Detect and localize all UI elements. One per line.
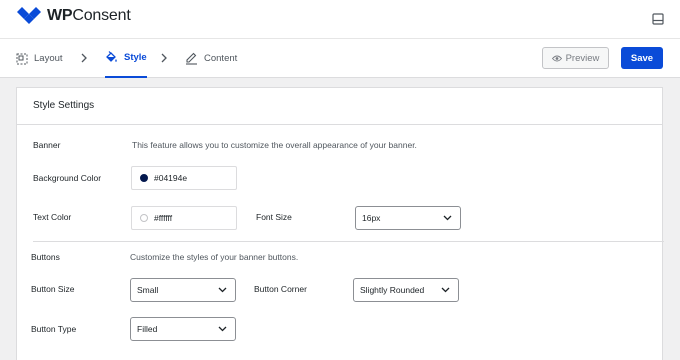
card-header: Style Settings [17, 88, 662, 125]
text-color-label: Text Color [33, 212, 72, 222]
pencil-icon [186, 52, 197, 65]
step-content-label: Content [204, 53, 238, 64]
button-type-value: Filled [137, 324, 158, 334]
chevron-down-icon [218, 326, 227, 332]
step-content[interactable]: Content [185, 39, 237, 78]
chevron-right-icon [81, 53, 87, 63]
font-size-value: 16px [362, 213, 381, 223]
style-settings-card: Style Settings Banner This feature allow… [16, 87, 664, 360]
step-layout-label: Layout [34, 53, 63, 64]
layout-icon [16, 53, 28, 64]
text-color-picker[interactable]: #ffffff [131, 206, 237, 230]
preview-button[interactable]: Preview [542, 47, 609, 69]
button-corner-label: Button Corner [254, 284, 307, 294]
button-type-label: Button Type [31, 324, 77, 334]
wpconsent-logo-icon [17, 7, 41, 24]
save-button[interactable]: Save [621, 47, 663, 69]
font-size-select[interactable]: 16px [355, 206, 461, 230]
brand-name: WPConsent [47, 7, 131, 25]
banner-section-description: This feature allows you to customize the… [132, 140, 417, 150]
minimize-panel-icon[interactable] [652, 13, 664, 25]
step-layout[interactable]: Layout [16, 39, 63, 78]
buttons-section-label: Buttons [31, 252, 60, 262]
wpconsent-logo: WPConsent [16, 7, 131, 25]
paint-bucket-icon [106, 51, 117, 62]
text-color-swatch [140, 214, 148, 222]
button-type-select[interactable]: Filled [130, 317, 236, 341]
chevron-down-icon [441, 287, 450, 293]
chevron-down-icon [218, 287, 227, 293]
banner-section-label: Banner [33, 140, 61, 150]
background-color-label: Background Color [33, 173, 102, 183]
preview-button-label: Preview [565, 52, 600, 64]
background-color-picker[interactable]: #04194e [131, 166, 237, 190]
button-corner-select[interactable]: Slightly Rounded [353, 278, 459, 302]
brand-name-rest: Consent [72, 7, 131, 24]
step-style-label: Style [124, 52, 147, 63]
chevron-down-icon [443, 215, 452, 221]
text-color-value: #ffffff [154, 213, 173, 223]
background-color-swatch [140, 174, 148, 182]
save-button-label: Save [630, 52, 654, 64]
button-size-select[interactable]: Small [130, 278, 236, 302]
font-size-label: Font Size [256, 212, 292, 222]
chevron-right-icon [161, 53, 167, 63]
step-style[interactable]: Style [105, 39, 147, 78]
section-divider [33, 241, 664, 242]
background-color-value: #04194e [154, 173, 188, 183]
card-title: Style Settings [33, 100, 95, 111]
button-corner-value: Slightly Rounded [360, 285, 425, 295]
button-size-value: Small [137, 285, 159, 295]
brand-name-bold: WP [47, 7, 73, 24]
buttons-section-description: Customize the styles of your banner butt… [130, 252, 299, 262]
button-size-label: Button Size [31, 284, 75, 294]
top-bar: WPConsent [0, 0, 680, 38]
eye-icon [551, 55, 562, 61]
